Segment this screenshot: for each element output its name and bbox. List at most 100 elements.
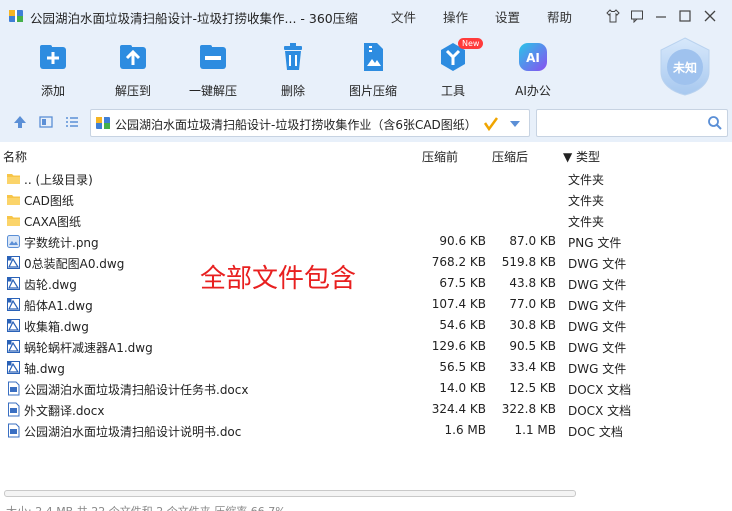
column-packed[interactable]: 压缩后	[492, 148, 528, 165]
column-type[interactable]: ▼ 类型	[563, 148, 600, 165]
chat-icon	[631, 10, 643, 23]
close-icon	[704, 10, 716, 22]
close-button[interactable]	[700, 6, 720, 26]
dwg-file-icon	[6, 360, 21, 375]
file-size: 54.6 KB	[439, 318, 486, 332]
file-size: 14.0 KB	[439, 381, 486, 395]
add-icon	[40, 45, 66, 69]
app-logo-icon	[9, 10, 23, 22]
file-type: DWG 文件	[568, 320, 627, 334]
file-packed-size: 87.0 KB	[509, 234, 556, 248]
file-packed-size: 1.1 MB	[514, 423, 556, 437]
dwg-file-icon	[6, 276, 21, 291]
search-box[interactable]	[536, 109, 728, 137]
search-icon[interactable]	[707, 115, 723, 131]
menu-help[interactable]: 帮助	[547, 7, 572, 26]
horizontal-scrollbar[interactable]	[4, 490, 576, 497]
address-path: 公园湖泊水面垃圾清扫船设计-垃圾打捞收集作业（含6张CAD图纸）.z	[115, 118, 475, 132]
column-size[interactable]: 压缩前	[422, 148, 458, 165]
table-row[interactable]: 船体A1.dwg 107.4 KB 77.0 KB DWG 文件	[0, 294, 732, 315]
menu-operation[interactable]: 操作	[443, 7, 468, 26]
file-type: DOCX 文档	[568, 383, 632, 397]
delete-icon	[284, 43, 302, 70]
folder-icon	[6, 213, 21, 228]
main-toolbar: 添加 解压到 一键解压 删除 图片压缩 New 工具 AI AI办公 未知	[0, 32, 732, 102]
thumbnail-view-icon[interactable]	[38, 114, 54, 130]
file-size: 324.4 KB	[431, 402, 486, 416]
address-field[interactable]: 公园湖泊水面垃圾清扫船设计-垃圾打捞收集作业（含6张CAD图纸）.z	[90, 109, 530, 137]
tools-label: 工具	[440, 84, 465, 98]
file-name: 蜗轮蜗杆减速器A1.dwg	[24, 341, 153, 355]
file-packed-size: 519.8 KB	[501, 255, 556, 269]
table-row[interactable]: .. (上级目录) 文件夹	[0, 168, 732, 189]
file-size: 67.5 KB	[439, 276, 486, 290]
title-bar: 公园湖泊水面垃圾清扫船设计-垃圾打捞收集作... - 360压缩 文件 操作 设…	[0, 0, 732, 32]
file-name: 字数统计.png	[24, 236, 99, 250]
file-name: 公园湖泊水面垃圾清扫船设计任务书.docx	[24, 383, 249, 397]
table-row[interactable]: 公园湖泊水面垃圾清扫船设计任务书.docx 14.0 KB 12.5 KB DOCX …	[0, 378, 732, 399]
file-size: 1.6 MB	[444, 423, 486, 437]
file-type: DOC 文档	[568, 425, 623, 439]
up-arrow-icon[interactable]	[12, 114, 28, 130]
archive-icon	[96, 117, 110, 129]
image-compress-icon	[364, 43, 383, 71]
table-row[interactable]: 公园湖泊水面垃圾清扫船设计说明书.doc 1.6 MB 1.1 MB DOC 文档	[0, 420, 732, 441]
annotation-text: 全部文件包含	[200, 264, 357, 294]
status-bar: 大小: 2.4 MB 共 22 个文件和 2 个文件夹 压缩率 66.7%	[6, 503, 286, 511]
file-name: 公园湖泊水面垃圾清扫船设计说明书.doc	[24, 425, 242, 439]
tools-button[interactable]: New 工具	[418, 38, 488, 100]
file-name: 轴.dwg	[24, 362, 65, 376]
skin-button[interactable]	[603, 6, 623, 26]
file-type: DWG 文件	[568, 299, 627, 313]
table-row[interactable]: 收集箱.dwg 54.6 KB 30.8 KB DWG 文件	[0, 315, 732, 336]
file-type: DWG 文件	[568, 278, 627, 292]
file-size: 129.6 KB	[431, 339, 486, 353]
table-row[interactable]: 蜗轮蜗杆减速器A1.dwg 129.6 KB 90.5 KB DWG 文件	[0, 336, 732, 357]
folder-icon	[6, 192, 21, 207]
unknown-status-label: 未知	[672, 60, 697, 75]
table-row[interactable]: CAD图纸 文件夹	[0, 189, 732, 210]
image-compress-label: 图片压缩	[348, 84, 397, 98]
image-compress-button[interactable]: 图片压缩	[338, 40, 408, 100]
menu-settings[interactable]: 设置	[495, 7, 520, 26]
table-row[interactable]: 齿轮.dwg 67.5 KB 43.8 KB DWG 文件	[0, 273, 732, 294]
dwg-file-icon	[6, 339, 21, 354]
file-packed-size: 30.8 KB	[509, 318, 556, 332]
feedback-button[interactable]	[627, 6, 647, 26]
unknown-status-shield-icon[interactable]: 未知	[658, 36, 712, 96]
file-packed-size: 43.8 KB	[509, 276, 556, 290]
extract-to-label: 解压到	[114, 84, 151, 98]
window-title: 公园湖泊水面垃圾清扫船设计-垃圾打捞收集作... - 360压缩	[30, 11, 358, 26]
list-view-icon[interactable]	[64, 114, 80, 130]
table-row[interactable]: 轴.dwg 56.5 KB 33.4 KB DWG 文件	[0, 357, 732, 378]
chevron-down-icon[interactable]	[509, 119, 521, 129]
extract-to-icon	[120, 45, 146, 69]
table-row[interactable]: 字数统计.png 90.6 KB 87.0 KB PNG 文件	[0, 231, 732, 252]
dwg-file-icon	[6, 318, 21, 333]
table-row[interactable]: 0总装配图A0.dwg 768.2 KB 519.8 KB DWG 文件	[0, 252, 732, 273]
docx-file-icon	[6, 381, 21, 396]
extract-to-button[interactable]: 解压到	[98, 40, 168, 100]
doc-file-icon	[6, 423, 21, 438]
maximize-button[interactable]	[675, 6, 695, 26]
search-input[interactable]	[541, 113, 701, 133]
one-click-extract-button[interactable]: 一键解压	[178, 40, 248, 100]
file-name: 船体A1.dwg	[24, 299, 93, 313]
file-type: PNG 文件	[568, 236, 622, 250]
add-label: 添加	[40, 84, 65, 98]
file-type: 文件夹	[568, 173, 605, 187]
menu-file[interactable]: 文件	[391, 7, 416, 26]
file-size: 768.2 KB	[431, 255, 486, 269]
file-list: .. (上级目录) 文件夹 CAD图纸 文件夹 CAXA图纸 文件夹 字数统计.png 90.…	[0, 168, 732, 441]
minimize-button[interactable]	[651, 6, 671, 26]
table-row[interactable]: 外文翻译.docx 324.4 KB 322.8 KB DOCX 文档	[0, 399, 732, 420]
delete-button[interactable]: 删除	[258, 40, 328, 100]
add-button[interactable]: 添加	[18, 40, 88, 100]
column-name[interactable]: 名称	[3, 148, 27, 165]
table-row[interactable]: CAXA图纸 文件夹	[0, 210, 732, 231]
file-packed-size: 33.4 KB	[509, 360, 556, 374]
file-size: 56.5 KB	[439, 360, 486, 374]
new-badge: New	[458, 38, 484, 49]
ai-office-button[interactable]: AI AI办公	[498, 40, 568, 100]
delete-label: 删除	[280, 84, 305, 98]
